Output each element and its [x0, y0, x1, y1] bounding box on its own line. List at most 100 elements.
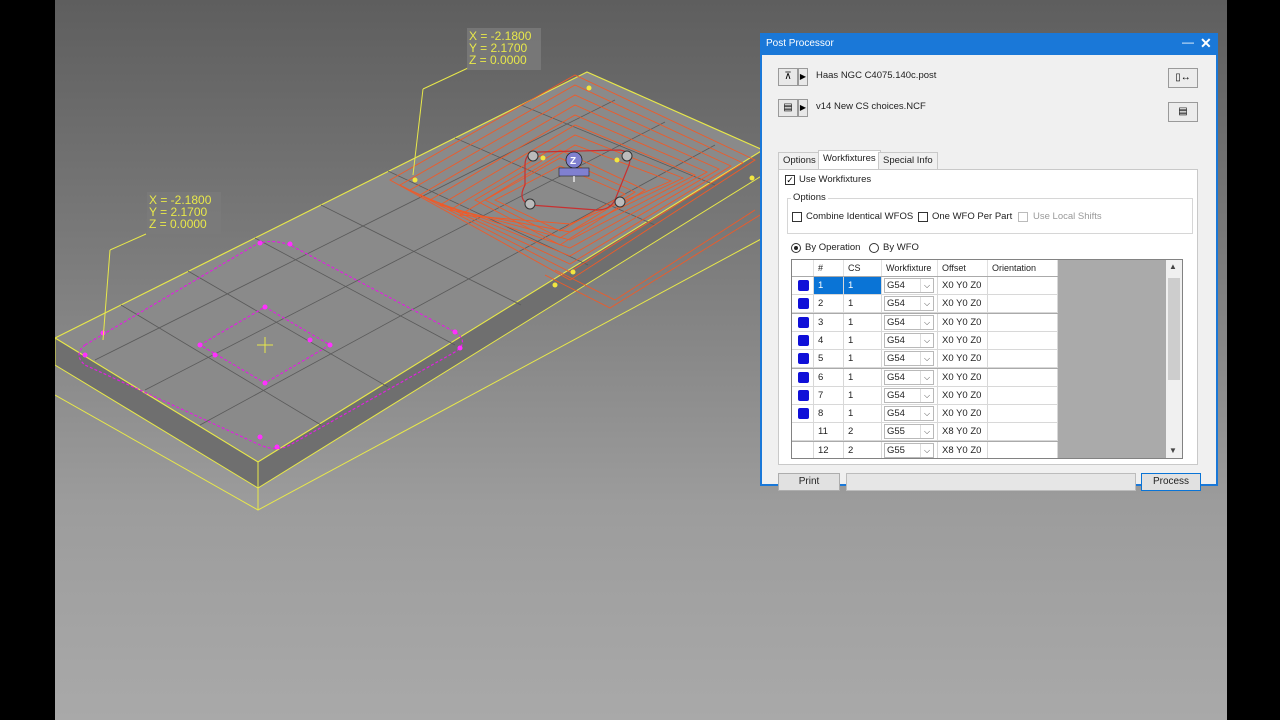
workfixture-select[interactable]: G54 ⌵ [884, 296, 934, 312]
row-workfixture-cell: G54 ⌵ [882, 295, 938, 313]
table-row[interactable]: 8 1 G54 ⌵ X0 Y0 Z0 [792, 405, 1058, 424]
table-row[interactable]: 1 1 G54 ⌵ X0 Y0 Z0 [792, 277, 1058, 295]
table-row[interactable]: 6 1 G54 ⌵ X0 Y0 Z0 [792, 368, 1058, 387]
workfixture-select[interactable]: G54 ⌵ [884, 387, 934, 403]
workfixture-select[interactable]: G54 ⌵ [884, 406, 934, 422]
scroll-down-icon[interactable]: ▼ [1169, 446, 1177, 455]
row-offset[interactable]: X8 Y0 Z0 [938, 441, 988, 458]
table-row[interactable]: 2 1 G54 ⌵ X0 Y0 Z0 [792, 295, 1058, 314]
workfixture-select[interactable]: G54 ⌵ [884, 332, 934, 348]
one-wfo-checkbox[interactable] [918, 212, 928, 222]
table-row[interactable]: 3 1 G54 ⌵ X0 Y0 Z0 [792, 313, 1058, 332]
ncf-file-arrow-button[interactable]: ▶ [798, 99, 808, 117]
header-cs[interactable]: CS [844, 260, 882, 276]
workfixture-select[interactable]: G55 ⌵ [884, 442, 934, 458]
row-offset[interactable]: X0 Y0 Z0 [938, 331, 988, 349]
row-marker-cell [792, 331, 814, 349]
chevron-down-icon[interactable]: ⌵ [920, 425, 933, 439]
use-workfixtures-checkbox[interactable]: ✓ [785, 175, 795, 185]
table-row[interactable]: 4 1 G54 ⌵ X0 Y0 Z0 [792, 331, 1058, 350]
edit-post-button[interactable]: ▯↔ [1168, 68, 1198, 88]
table-row[interactable]: 11 2 G55 ⌵ X8 Y0 Z0 [792, 423, 1058, 442]
view-ncf-button[interactable]: ▤ [1168, 102, 1198, 122]
operation-marker-icon [798, 371, 809, 383]
row-orientation[interactable] [988, 277, 1058, 294]
post-file-arrow-button[interactable]: ▶ [798, 68, 808, 86]
one-wfo-label: One WFO Per Part [932, 211, 1013, 222]
tab-workfixtures[interactable]: Workfixtures [818, 150, 881, 170]
row-marker-cell [792, 386, 814, 404]
progress-bar [846, 473, 1136, 491]
grid-scrollbar[interactable]: ▲ ▼ [1166, 260, 1182, 458]
table-row[interactable]: 7 1 G54 ⌵ X0 Y0 Z0 [792, 386, 1058, 405]
chevron-down-icon[interactable]: ⌵ [920, 315, 933, 329]
row-number: 5 [814, 350, 844, 368]
row-orientation[interactable] [988, 313, 1058, 331]
by-operation-radio[interactable] [791, 243, 801, 253]
post-machine-icon: ⊼ [784, 71, 792, 82]
row-orientation[interactable] [988, 386, 1058, 404]
chevron-down-icon[interactable]: ⌵ [920, 388, 933, 402]
process-button[interactable]: Process [1141, 473, 1201, 491]
row-cs: 1 [844, 313, 882, 331]
row-offset[interactable]: X0 Y0 Z0 [938, 277, 988, 294]
header-num[interactable]: # [814, 260, 844, 276]
chevron-down-icon[interactable]: ⌵ [920, 297, 933, 311]
row-workfixture-cell: G55 ⌵ [882, 441, 938, 458]
chevron-down-icon[interactable]: ⌵ [920, 333, 933, 347]
close-icon[interactable]: ✕ [1200, 35, 1212, 52]
scroll-up-icon[interactable]: ▲ [1169, 262, 1177, 271]
scroll-thumb[interactable] [1168, 278, 1180, 380]
row-offset[interactable]: X0 Y0 Z0 [938, 295, 988, 313]
row-offset[interactable]: X0 Y0 Z0 [938, 368, 988, 386]
row-offset[interactable]: X0 Y0 Z0 [938, 405, 988, 423]
row-offset[interactable]: X0 Y0 Z0 [938, 386, 988, 404]
header-offset[interactable]: Offset [938, 260, 988, 276]
row-marker-cell [792, 405, 814, 423]
local-shifts-checkbox[interactable] [1018, 212, 1028, 222]
chevron-down-icon[interactable]: ⌵ [920, 352, 933, 366]
by-wfo-label: By WFO [883, 242, 919, 253]
chevron-down-icon[interactable]: ⌵ [920, 443, 933, 457]
ncf-file-button[interactable]: ▤ [778, 99, 798, 117]
table-row[interactable]: 12 2 G55 ⌵ X8 Y0 Z0 [792, 441, 1058, 458]
row-orientation[interactable] [988, 441, 1058, 458]
row-number: 3 [814, 313, 844, 331]
row-cs: 1 [844, 331, 882, 349]
row-orientation[interactable] [988, 405, 1058, 423]
row-orientation[interactable] [988, 295, 1058, 313]
chevron-down-icon[interactable]: ⌵ [920, 279, 933, 292]
row-orientation[interactable] [988, 331, 1058, 349]
workfixture-select[interactable]: G54 ⌵ [884, 278, 934, 293]
tab-special-info[interactable]: Special Info [878, 152, 938, 169]
minimize-icon[interactable]: — [1182, 35, 1194, 49]
post-file-button[interactable]: ⊼ [778, 68, 798, 86]
document-icon: ▤ [783, 102, 793, 113]
row-offset[interactable]: X0 Y0 Z0 [938, 350, 988, 368]
chevron-down-icon[interactable]: ⌵ [920, 370, 933, 384]
row-offset[interactable]: X8 Y0 Z0 [938, 423, 988, 441]
row-cs: 2 [844, 441, 882, 458]
row-offset[interactable]: X0 Y0 Z0 [938, 313, 988, 331]
workfixture-select[interactable]: G54 ⌵ [884, 369, 934, 385]
row-workfixture-cell: G54 ⌵ [882, 368, 938, 386]
row-cs: 1 [844, 295, 882, 313]
combine-wfos-checkbox[interactable] [792, 212, 802, 222]
header-workfixture[interactable]: Workfixture [882, 260, 938, 276]
workfixture-select[interactable]: G54 ⌵ [884, 351, 934, 367]
workfixture-select[interactable]: G55 ⌵ [884, 424, 934, 440]
table-row[interactable]: 5 1 G54 ⌵ X0 Y0 Z0 [792, 350, 1058, 369]
operation-marker-icon [798, 280, 809, 291]
print-button[interactable]: Print [778, 473, 840, 491]
row-orientation[interactable] [988, 423, 1058, 441]
by-wfo-radio[interactable] [869, 243, 879, 253]
tab-options[interactable]: Options [778, 152, 821, 169]
row-orientation[interactable] [988, 350, 1058, 368]
coord-2-z: Z = 0.0000 [149, 217, 207, 231]
workfixture-grid[interactable]: # CS Workfixture Offset Orientation 1 1 G5… [791, 259, 1183, 459]
row-orientation[interactable] [988, 368, 1058, 386]
workfixture-select[interactable]: G54 ⌵ [884, 314, 934, 330]
grid-header: # CS Workfixture Offset Orientation [792, 260, 1058, 276]
header-orientation[interactable]: Orientation [988, 260, 1058, 276]
chevron-down-icon[interactable]: ⌵ [920, 407, 933, 421]
